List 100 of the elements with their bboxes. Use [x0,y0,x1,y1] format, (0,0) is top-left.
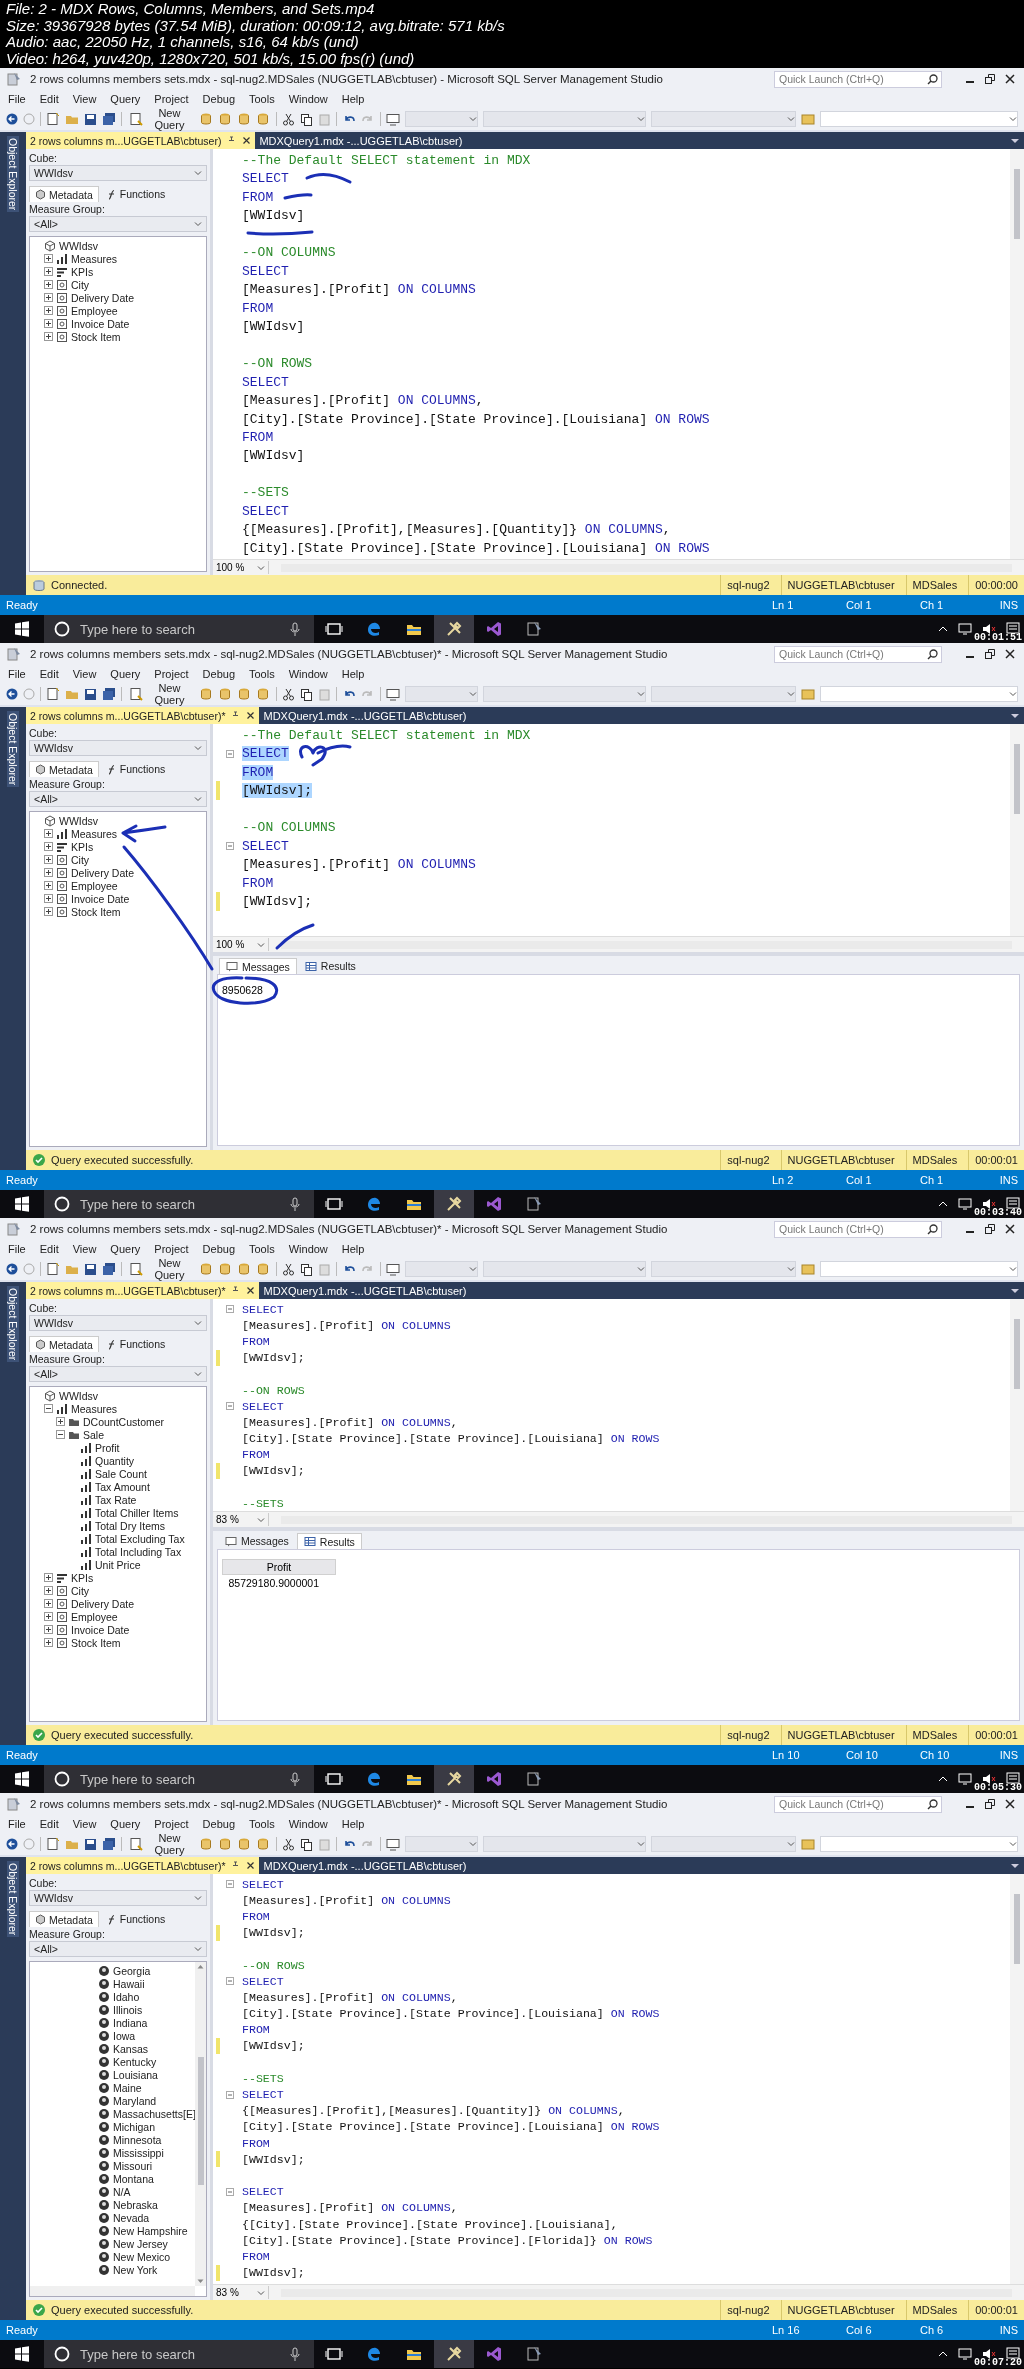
monitor-icon[interactable] [958,1198,972,1210]
document-tab[interactable]: 2 rows columns m...UGGETLAB\cbtuser)* [26,1857,260,1874]
save-icon[interactable] [83,687,97,701]
new-file-icon[interactable] [45,1837,60,1851]
menu-item[interactable]: View [72,1243,97,1255]
search-field[interactable]: Type here to search [44,615,314,643]
tree-item[interactable]: Invoice Date [71,1623,130,1636]
copy-icon[interactable] [299,1262,313,1276]
browser-icon[interactable] [365,1195,383,1213]
close-icon[interactable] [246,1861,256,1870]
menu-item[interactable]: Query [110,1818,141,1830]
expand-icon[interactable] [44,842,53,851]
menu-item[interactable]: Project [154,668,189,680]
tree-item[interactable]: Profit [95,1441,120,1454]
windows-logo-icon[interactable] [14,621,30,637]
menu-item[interactable]: Debug [202,93,235,105]
caret-icon[interactable] [1010,1861,1020,1870]
tree-item[interactable]: WWIdsv [59,1389,99,1402]
tree-item[interactable]: Total Chiller Items [95,1506,179,1519]
menu-item[interactable]: Debug [202,1818,235,1830]
quick-launch-field[interactable]: Quick Launch (Ctrl+Q) [774,1220,942,1238]
scissors-icon[interactable] [281,687,295,701]
expand-icon[interactable] [44,306,53,315]
speaker-icon[interactable] [982,623,996,635]
tree-item[interactable]: Measures [71,827,118,840]
document-tab[interactable]: 2 rows columns m...UGGETLAB\cbtuser)* [26,707,260,724]
tree-item[interactable]: Tax Rate [95,1493,137,1506]
menu-item[interactable]: Help [341,93,365,105]
tree-item[interactable]: Louisiana [113,2068,158,2081]
monitor-icon[interactable] [958,623,972,635]
tree-item[interactable]: Quantity [95,1454,135,1467]
expand-icon[interactable] [56,1417,65,1426]
tree-item[interactable]: Montana [113,2172,154,2185]
tree-item[interactable]: Invoice Date [71,317,130,330]
tree-item[interactable]: Total Excluding Tax [95,1532,185,1545]
copy-icon[interactable] [299,112,313,126]
zoom-dropdown[interactable]: 83 % [213,2286,269,2299]
monitor-icon[interactable] [958,1773,972,1785]
expand-icon[interactable] [44,280,53,289]
panel-tab[interactable]: Functions [100,1336,171,1352]
panel-tab[interactable]: Metadata [29,1336,99,1352]
scrollbar[interactable] [195,1962,206,2286]
expand-icon[interactable] [44,319,53,328]
menu-item[interactable]: Project [154,1243,189,1255]
menu-item[interactable]: View [72,1818,97,1830]
menu-item[interactable]: Window [288,93,328,105]
document-tab[interactable]: MDXQuery1.mdx -...UGGETLAB\cbtuser) [259,1857,471,1874]
tree-item[interactable]: Delivery Date [71,291,135,304]
menu-item[interactable]: File [8,93,26,105]
tree-item[interactable]: KPIs [71,1571,94,1584]
tree-item[interactable]: WWIdsv [59,814,99,827]
monitor-icon[interactable] [958,2348,972,2360]
measure-group-dropdown[interactable]: <All> [29,791,207,807]
results-tab[interactable]: Results [296,1533,362,1549]
expand-icon[interactable] [44,868,53,877]
browser-icon[interactable] [365,620,383,638]
tools-icon[interactable] [445,1195,463,1213]
expand-icon[interactable] [44,332,53,341]
measure-group-dropdown[interactable]: <All> [29,1366,207,1382]
menu-item[interactable]: File [8,668,26,680]
app-icon[interactable] [525,2345,543,2363]
chevron-up-icon[interactable] [938,625,948,633]
monitor-icon[interactable] [385,1262,400,1276]
tree-item[interactable]: Stock Item [71,330,121,343]
tools-icon[interactable] [445,620,463,638]
menu-item[interactable]: Tools [249,1243,275,1255]
results-tab[interactable]: Results [298,958,362,974]
menu-item[interactable]: Window [288,668,328,680]
object-explorer-tab[interactable]: Object Explorer [7,136,19,213]
tree-item[interactable]: Total Dry Items [95,1519,165,1532]
scrollbar[interactable] [1010,1299,1024,1511]
tree-item[interactable]: Sale [83,1428,104,1441]
menu-item[interactable]: Project [154,1818,189,1830]
tree-item[interactable]: New Jersey [113,2237,168,2250]
close-icon[interactable] [246,1286,256,1295]
tree-item[interactable]: Massachusetts[E] [113,2107,195,2120]
new-query-button[interactable]: New Query [126,682,196,706]
tree-item[interactable]: Employee [71,879,118,892]
menu-item[interactable]: Edit [39,93,59,105]
menu-item[interactable]: Query [110,93,141,105]
measure-group-dropdown[interactable]: <All> [29,1941,207,1957]
app-icon[interactable] [525,620,543,638]
tree-item[interactable]: Tax Amount [95,1480,150,1493]
collapse-icon[interactable] [44,1404,53,1413]
tree-item[interactable]: City [71,1584,90,1597]
task-view-icon[interactable] [325,1770,343,1788]
tree-item[interactable]: WWIdsv [59,239,99,252]
tree-item[interactable]: Total Including Tax [95,1545,182,1558]
quick-launch-field[interactable]: Quick Launch (Ctrl+Q) [774,1795,942,1813]
tree-item[interactable]: Delivery Date [71,866,135,879]
expand-icon[interactable] [44,894,53,903]
menu-item[interactable]: Help [341,1243,365,1255]
menu-item[interactable]: Tools [249,93,275,105]
tree-item[interactable]: Maine [113,2081,142,2094]
document-tab[interactable]: MDXQuery1.mdx -...UGGETLAB\cbtuser) [259,707,471,724]
menu-item[interactable]: Edit [39,1818,59,1830]
scrollbar[interactable] [30,2286,195,2296]
visual-studio-icon[interactable] [485,1195,503,1213]
tree-item[interactable]: Hawaii [113,1977,145,1990]
object-explorer-tab[interactable]: Object Explorer [7,1861,19,1938]
